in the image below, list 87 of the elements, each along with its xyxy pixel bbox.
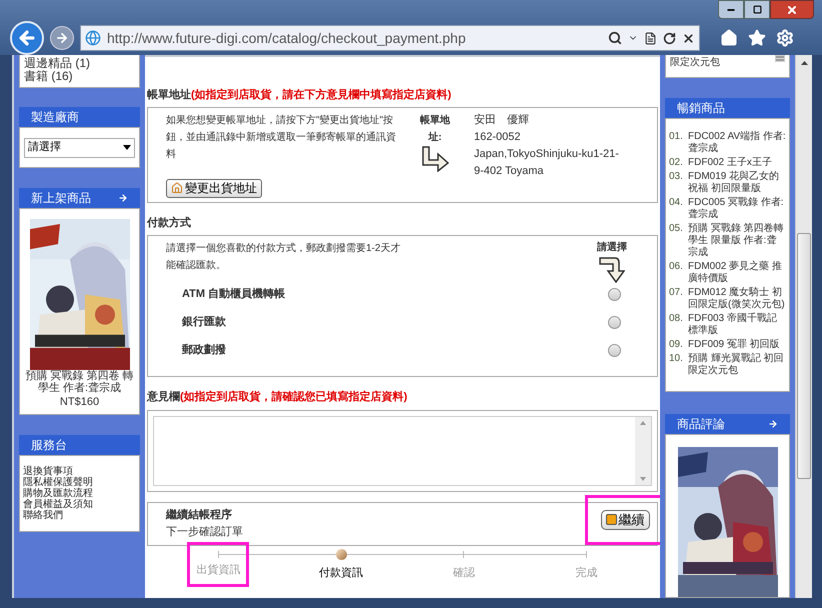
rank-number: 08. <box>669 313 684 326</box>
bestseller-link[interactable]: FDM019 花與乙女的祝福 初回限量版 <box>688 171 786 196</box>
minimize-button[interactable] <box>718 0 744 19</box>
rank-number: 03. <box>669 171 684 184</box>
continue-button[interactable]: 繼續 <box>600 510 650 530</box>
address-line: Japan,TokyoShinjuku-ku1-21-9-402 Toyama <box>474 146 619 178</box>
search-icon[interactable] <box>608 31 622 45</box>
billing-description: 如果您想變更帳單地址，請按下方"變更出貨地址"按鈕，並由通訊錄中新增或選取一筆郵寄帳單的通訊資料 <box>166 114 396 162</box>
help-link[interactable]: 退換貨事項 <box>23 466 136 477</box>
button-icon <box>606 514 616 525</box>
continue-title: 繼續結帳程序 <box>166 508 233 523</box>
bestseller-link[interactable]: 預購 輝光翼戰記 初回限定次元包 <box>688 353 786 378</box>
bestseller-link[interactable]: FDF009 冤罪 初回版 <box>688 339 780 352</box>
section-title: 意見欄 <box>147 391 180 403</box>
section-title: 暢銷商品 <box>677 100 725 118</box>
scroll-up-icon[interactable] <box>800 61 808 65</box>
bestseller-link[interactable]: FDM012 魔女騎士 初回限定版(微笑次元包) <box>688 287 786 312</box>
section-title: 製造廠商 <box>31 109 79 126</box>
close-button[interactable] <box>770 0 814 19</box>
section-note: (如指定到店取貨，請確認您已填寫指定店資料) <box>180 391 408 403</box>
help-link[interactable]: 購物及匯款流程 <box>23 488 136 499</box>
section-note: (如指定到店取貨，請在下方意見欄中填寫指定店資料) <box>191 89 452 101</box>
section-title: 帳單地址 <box>147 89 191 101</box>
page-scrollbar[interactable] <box>795 55 812 598</box>
product-name[interactable]: 預購 冥戰錄 第四卷 轉學生 作者:聋宗成 <box>20 370 139 394</box>
house-icon <box>171 182 183 194</box>
rank-number: 09. <box>669 339 684 352</box>
address-line: 安田 優輝 <box>474 112 530 128</box>
arrow-icon <box>599 255 625 283</box>
address-label: 帳單地址: <box>419 114 451 144</box>
help-link[interactable]: 聯絡我們 <box>23 510 136 521</box>
payment-option-label: ATM 自動櫃員機轉帳 <box>182 286 286 302</box>
section-title: 付款方式 <box>147 216 192 230</box>
payment-radio[interactable] <box>608 344 621 356</box>
payment-radio[interactable] <box>608 288 621 300</box>
maximize-button[interactable] <box>744 0 770 19</box>
product-link[interactable]: 限定次元包 <box>670 55 720 70</box>
arrow-icon[interactable] <box>768 419 778 429</box>
close-icon <box>786 4 798 16</box>
home-icon[interactable] <box>720 29 738 47</box>
payment-description: 請選擇一個您喜歡的付款方式，郵政劃撥需要1-2天才能確認匯款。 <box>166 242 402 273</box>
step-label: 完成 <box>574 566 599 580</box>
rank-number: 05. <box>669 223 684 236</box>
continue-subtitle: 下一步確認訂單 <box>166 524 243 540</box>
payment-option-label: 郵政劃撥 <box>182 342 226 358</box>
address-line: 162-0052 <box>474 130 522 144</box>
help-link[interactable]: 隱私權保護聲明 <box>23 477 136 488</box>
bestseller-link[interactable]: FDC005 冥戰錄 作者:聋宗成 <box>688 197 786 222</box>
bestseller-link[interactable]: FDF003 帝國千戰記標準版 <box>688 313 786 338</box>
rank-number: 04. <box>669 197 684 210</box>
refresh-icon[interactable] <box>663 32 676 44</box>
bestseller-link[interactable]: 預購 冥戰錄 第四卷轉學生 限量版 作者:聋宗成 <box>688 223 786 260</box>
help-link[interactable]: 會員權益及須知 <box>23 499 136 510</box>
product-price: NT$160 <box>60 395 100 410</box>
address-bar[interactable]: http://www.future-digi.com/catalog/checkout_payment.php <box>80 25 700 51</box>
bestseller-link[interactable]: FDC002 AV端指 作者:聋宗成 <box>688 131 786 156</box>
manufacturer-select[interactable]: 請選擇 <box>24 138 135 158</box>
step-label: 出貨資訊 <box>187 542 250 587</box>
maximize-icon <box>752 5 762 14</box>
bestseller-link[interactable]: FDF002 王子x王子 <box>688 157 772 170</box>
payment-option-label: 銀行匯款 <box>182 314 226 330</box>
dropdown-icon <box>123 145 131 150</box>
url-text: http://www.future-digi.com/catalog/checkout_payment.php <box>107 28 467 48</box>
step-label: 確認 <box>452 566 476 580</box>
comment-field[interactable] <box>153 416 652 486</box>
arrow-icon[interactable] <box>118 193 128 203</box>
stop-icon[interactable] <box>682 32 695 44</box>
back-button[interactable] <box>10 21 44 55</box>
forward-button[interactable] <box>50 26 74 50</box>
section-title: 服務台 <box>31 437 67 454</box>
change-address-button[interactable]: 變更出貨地址 <box>166 178 262 198</box>
rank-number: 02. <box>669 157 684 170</box>
payment-radio[interactable] <box>608 316 621 328</box>
rank-number: 06. <box>669 261 684 274</box>
step-label: 付款資訊 <box>318 566 364 580</box>
category-link[interactable]: 書籍 (16) <box>24 70 135 83</box>
rank-number: 07. <box>669 287 684 300</box>
category-link[interactable]: 週邊精品 (1) <box>24 57 135 70</box>
bestseller-link[interactable]: FDM002 夢見之藥 推廣特價版 <box>688 261 786 286</box>
prompt-label: 請選擇 <box>597 240 627 255</box>
rank-number: 10. <box>669 353 684 366</box>
settings-icon[interactable] <box>776 29 794 47</box>
section-title: 新上架商品 <box>31 190 91 207</box>
rank-number: 01. <box>669 131 684 144</box>
favorites-icon[interactable] <box>748 29 766 47</box>
section-title: 商品評論 <box>677 416 725 433</box>
arrow-icon <box>420 146 450 172</box>
